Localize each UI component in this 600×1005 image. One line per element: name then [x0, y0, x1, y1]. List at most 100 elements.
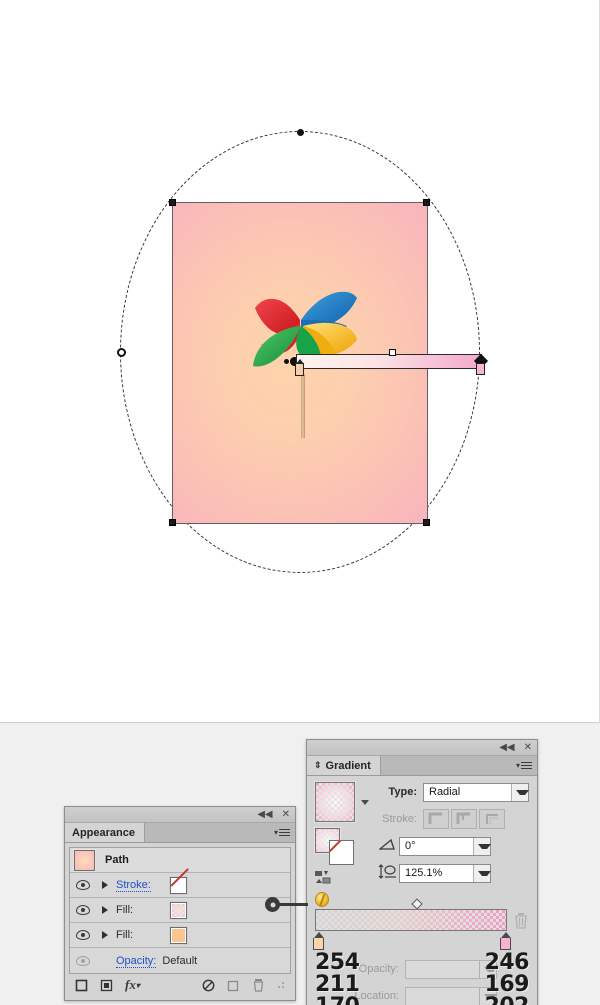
apply-gradient-within-stroke-button[interactable] [423, 809, 449, 829]
artboard-canvas[interactable] [0, 0, 600, 723]
appearance-list: Path Stroke: Fill: Fill: Opacity: Defaul… [69, 847, 291, 974]
clear-appearance-button[interactable] [202, 979, 215, 992]
visibility-toggle-fill-solid[interactable] [70, 930, 96, 940]
appearance-row-opacity-label[interactable]: Opacity: [116, 954, 157, 968]
gradient-aspect-ratio-input[interactable]: 125.1% [399, 863, 491, 883]
fill-stroke-indicator [314, 827, 359, 866]
close-icon[interactable]: ✕ [524, 742, 532, 753]
gradient-type-row: Type: Radial [377, 782, 529, 802]
gradient-stroke-buttons [423, 809, 505, 829]
appearance-tabstrip-filler: ▾ [145, 823, 295, 842]
visibility-toggle-stroke[interactable] [70, 880, 96, 890]
gradient-right-column: Type: Radial Stroke: 0° 125.1% [377, 782, 529, 907]
chevron-down-icon[interactable] [473, 864, 491, 882]
gradient-type-value: Radial [429, 786, 461, 798]
appearance-row-stroke-label[interactable]: Stroke: [116, 879, 151, 892]
eye-icon [76, 905, 90, 915]
appearance-panel: ◀◀ ✕ Appearance ▾ Path Stroke: Fill: Fil… [64, 806, 296, 1001]
stop-start-rgb-readout: 254 211 170 [315, 950, 360, 1005]
bbox-handle-tl[interactable] [169, 199, 176, 206]
appearance-object-row[interactable]: Path [70, 848, 290, 873]
panel-menu-icon[interactable]: ▾ [274, 827, 290, 838]
bbox-handle-bl[interactable] [169, 519, 176, 526]
gradient-preview-swatch[interactable] [314, 781, 356, 823]
gradient-type-select[interactable]: Radial [423, 782, 529, 802]
appearance-row-stroke[interactable]: Stroke: [70, 873, 290, 898]
eye-icon [76, 930, 90, 940]
none-slash-icon [172, 879, 185, 892]
eye-icon [76, 880, 90, 890]
gradient-annotator-stop-end[interactable] [476, 363, 485, 375]
visibility-toggle-opacity[interactable] [70, 955, 96, 966]
stop-start-b: 170 [315, 996, 360, 1005]
chevron-down-icon[interactable] [473, 837, 491, 855]
visibility-toggle-fill-gradient[interactable] [70, 905, 96, 915]
panel-menu-icon[interactable]: ▾ [516, 760, 532, 771]
stop-start-r: 254 [315, 950, 360, 975]
appearance-tabstrip: Appearance ▾ [65, 823, 295, 843]
gradient-location-input[interactable] [405, 986, 497, 1005]
gradient-opacity-input[interactable] [405, 959, 497, 979]
ellipse-handle-top[interactable] [296, 128, 304, 136]
appearance-row-opacity[interactable]: Opacity: Default [70, 948, 290, 973]
delete-stop-button[interactable] [513, 912, 529, 929]
stroke-indicator-swatch[interactable] [329, 840, 354, 865]
add-new-fill-button[interactable] [100, 979, 113, 992]
gradient-annotator-stop-start[interactable] [295, 359, 304, 376]
appearance-row-fill-solid-label[interactable]: Fill: [116, 929, 133, 941]
expand-toggle-fill-gradient[interactable] [96, 906, 114, 914]
tab-appearance[interactable]: Appearance [65, 823, 145, 842]
angle-icon [377, 838, 399, 854]
stroke-swatch-none[interactable] [169, 875, 188, 895]
expand-toggle-fill-solid[interactable] [96, 931, 114, 939]
appearance-row-fill-solid[interactable]: Fill: [70, 923, 290, 948]
tab-gradient[interactable]: ⇕ Gradient [307, 756, 381, 775]
gradient-angle-input[interactable]: 0° [399, 836, 491, 856]
collapse-icon[interactable]: ◀◀ [257, 809, 272, 820]
add-new-effect-button[interactable]: fx ▾ [125, 977, 140, 993]
add-new-stroke-button[interactable] [75, 979, 88, 992]
chevron-down-icon[interactable] [511, 783, 529, 801]
expand-toggle-stroke[interactable] [96, 881, 114, 889]
gradient-tabstrip-filler: ▾ [381, 756, 537, 775]
tab-gradient-label: Gradient [325, 759, 371, 772]
gradient-stop-start[interactable] [313, 932, 324, 950]
appearance-titlebar[interactable]: ◀◀ ✕ [65, 807, 295, 823]
fill-to-gradient-connector-knob [265, 897, 280, 912]
gradient-coin-icon [315, 892, 329, 907]
gradient-left-column [314, 781, 369, 907]
duplicate-selected-item-button[interactable] [227, 979, 240, 992]
gradient-slider-bar[interactable] [315, 909, 507, 931]
stop-end-b: 202 [485, 996, 530, 1005]
stop-end-g: 169 [484, 972, 530, 997]
bbox-handle-tr[interactable] [423, 199, 430, 206]
appearance-row-fill-gradient[interactable]: Fill: [70, 898, 290, 923]
chevron-down-icon[interactable] [361, 800, 369, 805]
gradient-body: Type: Radial Stroke: 0° 125.1% Opacity: … [307, 776, 537, 1005]
gradient-slider[interactable] [313, 898, 529, 950]
ellipse-handle-left[interactable] [116, 347, 126, 357]
gradient-annotator-midpoint[interactable] [389, 349, 396, 356]
fill-swatch-solid[interactable] [169, 925, 188, 945]
bbox-handle-br[interactable] [423, 519, 430, 526]
fill-swatch-gradient[interactable] [169, 900, 188, 920]
gradient-stroke-row: Stroke: [377, 809, 529, 829]
panel-resize-grip[interactable] [277, 981, 285, 989]
reverse-gradient-icon[interactable] [315, 870, 369, 889]
appearance-row-fill-gradient-label[interactable]: Fill: [116, 904, 133, 916]
gradient-origin-dot-small [284, 359, 289, 364]
gradient-aspect-ratio-value: 125.1% [405, 867, 443, 879]
appearance-opacity-value: Default [162, 954, 198, 967]
chevron-right-icon [102, 881, 108, 889]
gradient-titlebar[interactable]: ◀◀ ✕ [307, 740, 537, 756]
gradient-stop-end[interactable] [500, 932, 511, 950]
apply-gradient-across-stroke-button[interactable] [479, 809, 505, 829]
stop-end-r: 246 [484, 950, 530, 975]
tab-appearance-label: Appearance [72, 826, 135, 839]
delete-selected-item-button[interactable] [252, 978, 265, 992]
collapse-icon[interactable]: ◀◀ [499, 742, 514, 753]
close-icon[interactable]: ✕ [282, 809, 290, 820]
apply-gradient-along-stroke-button[interactable] [451, 809, 477, 829]
chevron-right-icon [102, 931, 108, 939]
gradient-annotator-bar[interactable] [296, 349, 482, 369]
